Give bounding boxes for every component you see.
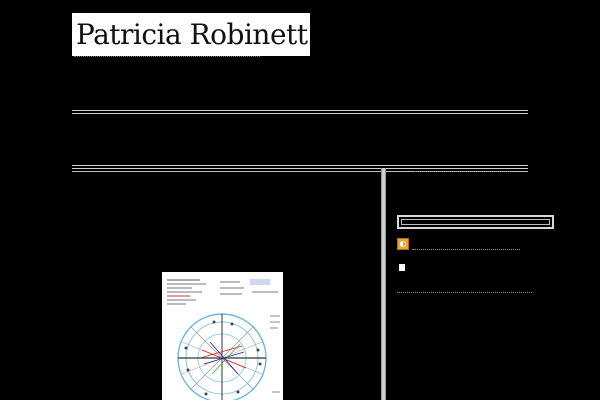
site-title-link[interactable]: Patricia Robinett: [76, 20, 308, 49]
page: Patricia Robinett ◐: [0, 0, 600, 400]
search-input-inner: [401, 219, 550, 225]
site-tagline: [74, 56, 260, 60]
site-title-box[interactable]: Patricia Robinett: [72, 13, 310, 56]
sidebar-heading: [414, 171, 510, 174]
square-bullet-icon: [399, 264, 405, 271]
sidebar-meta-link[interactable]: [397, 292, 532, 295]
nav-rule-bottom: [72, 165, 528, 169]
sidebar-search-input[interactable]: [397, 215, 554, 229]
natal-chart-image[interactable]: [162, 272, 283, 400]
natal-chart-icon: [162, 272, 283, 400]
sidebar-divider: [381, 168, 386, 400]
rss-feed-icon[interactable]: ◐: [397, 238, 409, 250]
feed-link[interactable]: [412, 249, 520, 252]
nav-rule-top: [72, 110, 528, 114]
